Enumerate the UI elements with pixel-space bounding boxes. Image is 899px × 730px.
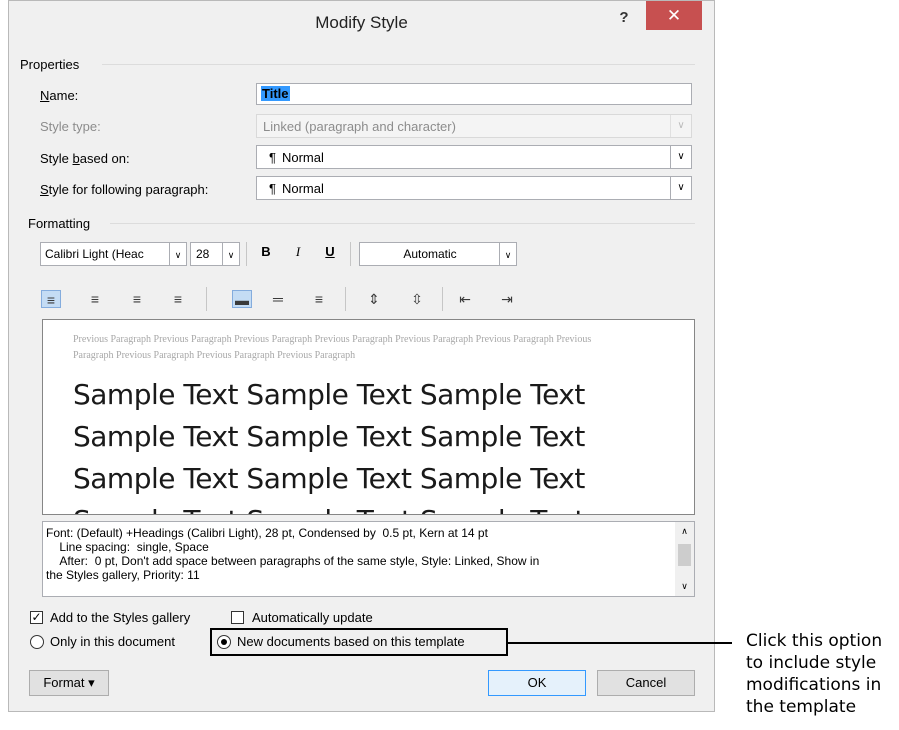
- pilcrow-icon: ¶: [269, 181, 276, 196]
- single-spacing-icon[interactable]: ▬: [232, 290, 252, 308]
- auto-update-label: Automatically update: [252, 610, 373, 625]
- title-bar: Modify Style ? ✕: [9, 1, 714, 44]
- format-button[interactable]: Format ▾: [29, 670, 109, 696]
- following-select[interactable]: ¶ Normal ∨: [256, 176, 692, 200]
- sample-text-line: Sample Text Sample Text Sample Text: [73, 378, 585, 411]
- close-button[interactable]: ✕: [646, 1, 702, 30]
- new-documents-label: New documents based on this template: [237, 634, 465, 649]
- scroll-down-icon[interactable]: ∨: [675, 581, 694, 592]
- chevron-down-icon: ∨: [670, 177, 691, 199]
- font-color-select[interactable]: Automatic ∨: [359, 242, 517, 266]
- chevron-down-icon: ∨: [169, 243, 186, 265]
- one-half-spacing-icon[interactable]: ═: [268, 290, 288, 308]
- toolbar-separator: [246, 242, 247, 266]
- toolbar-separator: [442, 287, 443, 311]
- sample-text-line: Sample Text Sample Text Sample Text: [73, 504, 585, 514]
- align-left-icon[interactable]: ≡: [41, 290, 61, 308]
- description-scrollbar[interactable]: ∧ ∨: [675, 522, 694, 596]
- bold-button[interactable]: B: [257, 244, 275, 259]
- scroll-thumb[interactable]: [678, 544, 691, 566]
- chevron-down-icon: ∨: [670, 146, 691, 168]
- following-value: Normal: [281, 181, 324, 196]
- style-description-text: Font: (Default) +Headings (Calibri Light…: [46, 526, 540, 582]
- pilcrow-icon: ¶: [269, 150, 276, 165]
- help-button[interactable]: ?: [612, 9, 636, 31]
- italic-button[interactable]: I: [289, 244, 307, 260]
- style-type-label: Style type:: [40, 119, 101, 134]
- underline-button[interactable]: U: [321, 244, 339, 259]
- format-button-label: Format: [43, 675, 85, 690]
- auto-update-checkbox[interactable]: [231, 611, 244, 624]
- justify-icon[interactable]: ≡: [168, 290, 188, 308]
- callout-line: [508, 642, 732, 644]
- previous-paragraph-text: Previous Paragraph Previous Paragraph Pr…: [73, 334, 592, 361]
- ok-button[interactable]: OK: [488, 670, 586, 696]
- chevron-down-icon: ∨: [222, 243, 239, 265]
- double-spacing-icon[interactable]: ≡: [309, 290, 329, 308]
- properties-section-label: Properties: [20, 57, 80, 72]
- font-select[interactable]: Calibri Light (Heac ∨: [40, 242, 187, 266]
- style-type-select[interactable]: Linked (paragraph and character) ∨: [256, 114, 692, 138]
- decrease-indent-icon[interactable]: ⇤: [455, 290, 475, 308]
- properties-divider: [102, 64, 695, 65]
- size-select[interactable]: 28 ∨: [190, 242, 240, 266]
- based-on-label: Style based on:: [40, 151, 130, 166]
- new-documents-radio[interactable]: [217, 635, 231, 649]
- style-description: Font: (Default) +Headings (Calibri Light…: [42, 521, 695, 597]
- sample-text-line: Sample Text Sample Text Sample Text: [73, 420, 585, 453]
- following-label: Style for following paragraph:: [40, 182, 209, 197]
- align-right-icon[interactable]: ≡: [127, 290, 147, 308]
- font-color-value: Automatic: [403, 247, 457, 261]
- formatting-divider: [110, 223, 695, 224]
- chevron-down-icon: ∨: [670, 115, 691, 137]
- name-input[interactable]: Title: [256, 83, 692, 105]
- font-value: Calibri Light (Heac: [45, 247, 144, 261]
- decrease-paragraph-spacing-icon[interactable]: ⇳: [407, 290, 427, 308]
- toolbar-separator: [206, 287, 207, 311]
- toolbar-separator: [350, 242, 351, 266]
- add-to-gallery-checkbox[interactable]: ✓: [30, 611, 43, 624]
- add-to-gallery-label: Add to the Styles gallery: [50, 610, 191, 625]
- based-on-select[interactable]: ¶ Normal ∨: [256, 145, 692, 169]
- style-type-value: Linked (paragraph and character): [263, 119, 456, 134]
- name-input-value: Title: [261, 86, 290, 101]
- dialog-title: Modify Style: [315, 13, 408, 32]
- only-this-document-label: Only in this document: [50, 634, 176, 649]
- based-on-value: Normal: [281, 150, 324, 165]
- align-center-icon[interactable]: ≡: [85, 290, 105, 308]
- cancel-button[interactable]: Cancel: [597, 670, 695, 696]
- increase-paragraph-spacing-icon[interactable]: ⇕: [364, 290, 384, 308]
- size-value: 28: [196, 247, 210, 261]
- toolbar-separator: [345, 287, 346, 311]
- sample-text-line: Sample Text Sample Text Sample Text: [73, 462, 585, 495]
- increase-indent-icon[interactable]: ⇥: [497, 290, 517, 308]
- only-this-document-radio[interactable]: [30, 635, 44, 649]
- scroll-up-icon[interactable]: ∧: [675, 526, 694, 537]
- formatting-section-label: Formatting: [28, 216, 91, 231]
- style-preview: Previous Paragraph Previous Paragraph Pr…: [42, 319, 695, 515]
- name-label: Name:: [40, 88, 79, 103]
- radio-selected-dot: [221, 639, 227, 645]
- callout-text: Click this option to include style modif…: [746, 631, 883, 717]
- chevron-down-icon: ∨: [499, 243, 516, 265]
